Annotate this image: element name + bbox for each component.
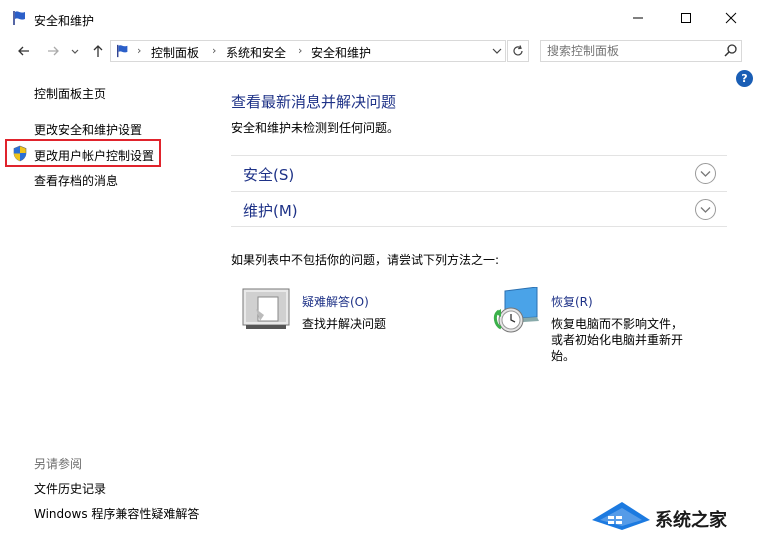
search-icon[interactable] [723, 43, 739, 62]
watermark-text: 系统之家 [655, 510, 727, 531]
status-text: 安全和维护未检测到任何问题。 [231, 121, 400, 135]
sidebar-item-change-uac-settings[interactable]: 更改用户帐户控制设置 [34, 147, 154, 164]
chevron-down-icon[interactable] [695, 163, 716, 184]
maintenance-section-header[interactable]: 维护(M) [231, 191, 727, 227]
forward-button[interactable] [42, 40, 64, 62]
breadcrumb-control-panel[interactable]: 控制面板 [151, 44, 199, 61]
close-button[interactable] [719, 8, 743, 28]
search-box [540, 40, 742, 62]
navigation-bar: › 控制面板 › 系统和安全 › 安全和维护 [0, 36, 757, 66]
title-bar: 安全和维护 [0, 0, 757, 36]
breadcrumb-separator-icon: › [298, 44, 303, 57]
maintenance-section-label: 维护(M) [243, 202, 298, 220]
watermark-logo-icon [588, 496, 654, 539]
sidebar-item-control-panel-home[interactable]: 控制面板主页 [34, 85, 106, 102]
sidebar-item-file-history[interactable]: 文件历史记录 [34, 480, 106, 497]
control-panel-flag-icon [115, 44, 131, 61]
troubleshooting-description: 查找并解决问题 [302, 317, 387, 331]
sidebar-item-view-archived-messages[interactable]: 查看存档的消息 [34, 172, 118, 189]
security-section-label: 安全(S) [243, 166, 295, 184]
recovery-description-line-1: 恢复电脑而不影响文件， [551, 317, 684, 331]
breadcrumb-separator-icon: › [137, 44, 142, 57]
page-title: 查看最新消息并解决问题 [231, 93, 397, 111]
troubleshooting-link[interactable]: 疑难解答(O) [302, 293, 369, 310]
breadcrumb-security-maintenance[interactable]: 安全和维护 [311, 44, 371, 61]
see-also-heading: 另请参阅 [34, 457, 83, 471]
recovery-description-line-2: 或者初始化电脑并重新开 [551, 333, 684, 347]
address-bar[interactable]: › 控制面板 › 系统和安全 › 安全和维护 [110, 40, 506, 62]
recent-locations-button[interactable] [64, 40, 86, 62]
chevron-down-icon[interactable] [695, 199, 716, 220]
back-button[interactable] [13, 40, 35, 62]
address-dropdown-icon[interactable] [491, 43, 503, 62]
up-button[interactable] [87, 40, 109, 62]
breadcrumb-separator-icon: › [212, 44, 217, 57]
recovery-description-line-3: 始。 [551, 349, 576, 363]
breadcrumb-system-security[interactable]: 系统和安全 [226, 44, 286, 61]
sidebar-item-program-compatibility-troubleshooter[interactable]: Windows 程序兼容性疑难解答 [34, 505, 199, 522]
sidebar-item-change-security-maintenance-settings[interactable]: 更改安全和维护设置 [34, 121, 142, 138]
uac-shield-icon [12, 145, 28, 165]
recovery-link[interactable]: 恢复(R) [551, 293, 593, 310]
tip-text: 如果列表中不包括你的问题，请尝试下列方法之一: [231, 253, 500, 267]
minimize-button[interactable] [626, 8, 650, 28]
window-title: 安全和维护 [34, 14, 95, 28]
search-input[interactable] [547, 43, 717, 59]
refresh-button[interactable] [507, 40, 529, 62]
security-section-header[interactable]: 安全(S) [231, 155, 727, 191]
control-panel-flag-icon [12, 10, 28, 29]
maximize-button[interactable] [674, 8, 698, 28]
help-icon[interactable]: ? [736, 70, 753, 87]
troubleshooting-icon [242, 287, 290, 334]
recovery-icon [489, 286, 541, 338]
